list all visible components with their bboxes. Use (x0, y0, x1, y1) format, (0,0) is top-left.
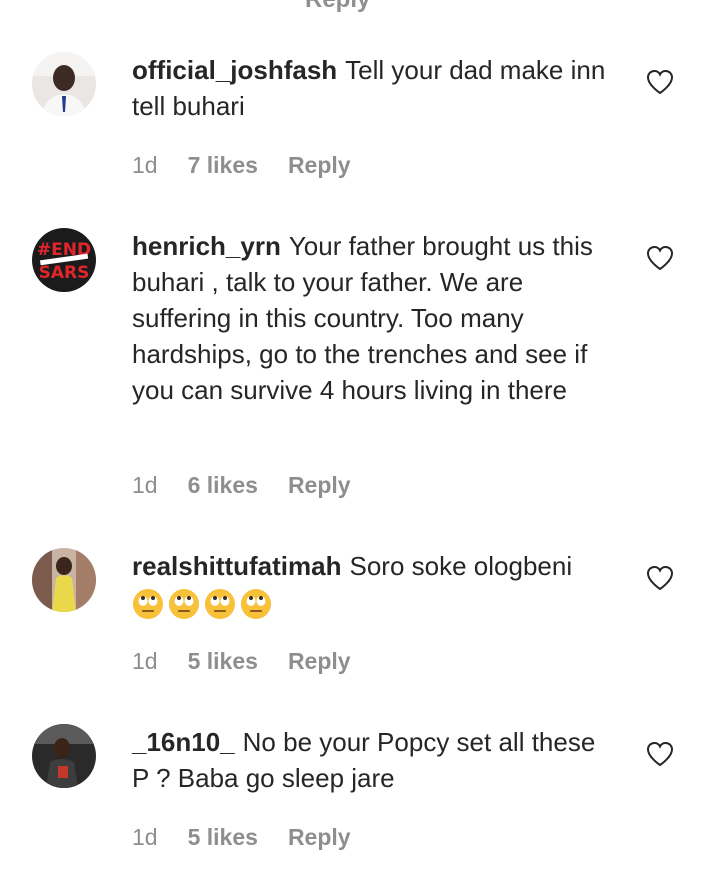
comment-meta: 1d 5 likes Reply (132, 824, 351, 851)
eye-roll-emoji-icon (241, 589, 271, 620)
previous-reply-link[interactable]: Reply (305, 0, 370, 14)
comment-username[interactable]: henrich_yrn (132, 231, 281, 261)
avatar[interactable]: #END SARS (32, 228, 96, 292)
comment-text: Soro soke ologbeni (349, 551, 573, 581)
reply-button[interactable]: Reply (288, 152, 351, 179)
comment-body: official_joshfash Tell your dad make inn … (132, 52, 612, 124)
end-sars-logo-text: SARS (39, 263, 90, 283)
comment-likes[interactable]: 7 likes (188, 152, 258, 179)
comment-body: _16n10_ No be your Popcy set all these P … (132, 724, 612, 796)
eye-roll-emoji-icon (169, 589, 199, 620)
emoji-row (132, 588, 272, 620)
heart-outline-icon[interactable] (646, 245, 674, 271)
avatar[interactable] (32, 548, 96, 612)
comment-username[interactable]: official_joshfash (132, 55, 337, 85)
comment-username[interactable]: realshittufatimah (132, 551, 342, 581)
comment-body: henrich_yrn Your father brought us this b… (132, 228, 612, 408)
comment-body: realshittufatimah Soro soke ologbeni (132, 548, 612, 620)
reply-button[interactable]: Reply (288, 648, 351, 675)
comment-time: 1d (132, 472, 158, 498)
heart-outline-icon[interactable] (646, 565, 674, 591)
comment-likes[interactable]: 6 likes (188, 472, 258, 499)
comment-time: 1d (132, 648, 158, 674)
comment-likes[interactable]: 5 likes (188, 648, 258, 675)
comment-meta: 1d 6 likes Reply (132, 472, 351, 499)
eye-roll-emoji-icon (133, 589, 163, 620)
reply-button[interactable]: Reply (288, 472, 351, 499)
comment-time: 1d (132, 152, 158, 178)
reply-button[interactable]: Reply (288, 824, 351, 851)
heart-outline-icon[interactable] (646, 741, 674, 767)
comment-time: 1d (132, 824, 158, 850)
comment-meta: 1d 5 likes Reply (132, 648, 351, 675)
avatar[interactable] (32, 724, 96, 788)
comment-likes[interactable]: 5 likes (188, 824, 258, 851)
eye-roll-emoji-icon (205, 589, 235, 620)
comment-username[interactable]: _16n10_ (132, 727, 235, 757)
comment-meta: 1d 7 likes Reply (132, 152, 351, 179)
avatar[interactable] (32, 52, 96, 116)
heart-outline-icon[interactable] (646, 69, 674, 95)
